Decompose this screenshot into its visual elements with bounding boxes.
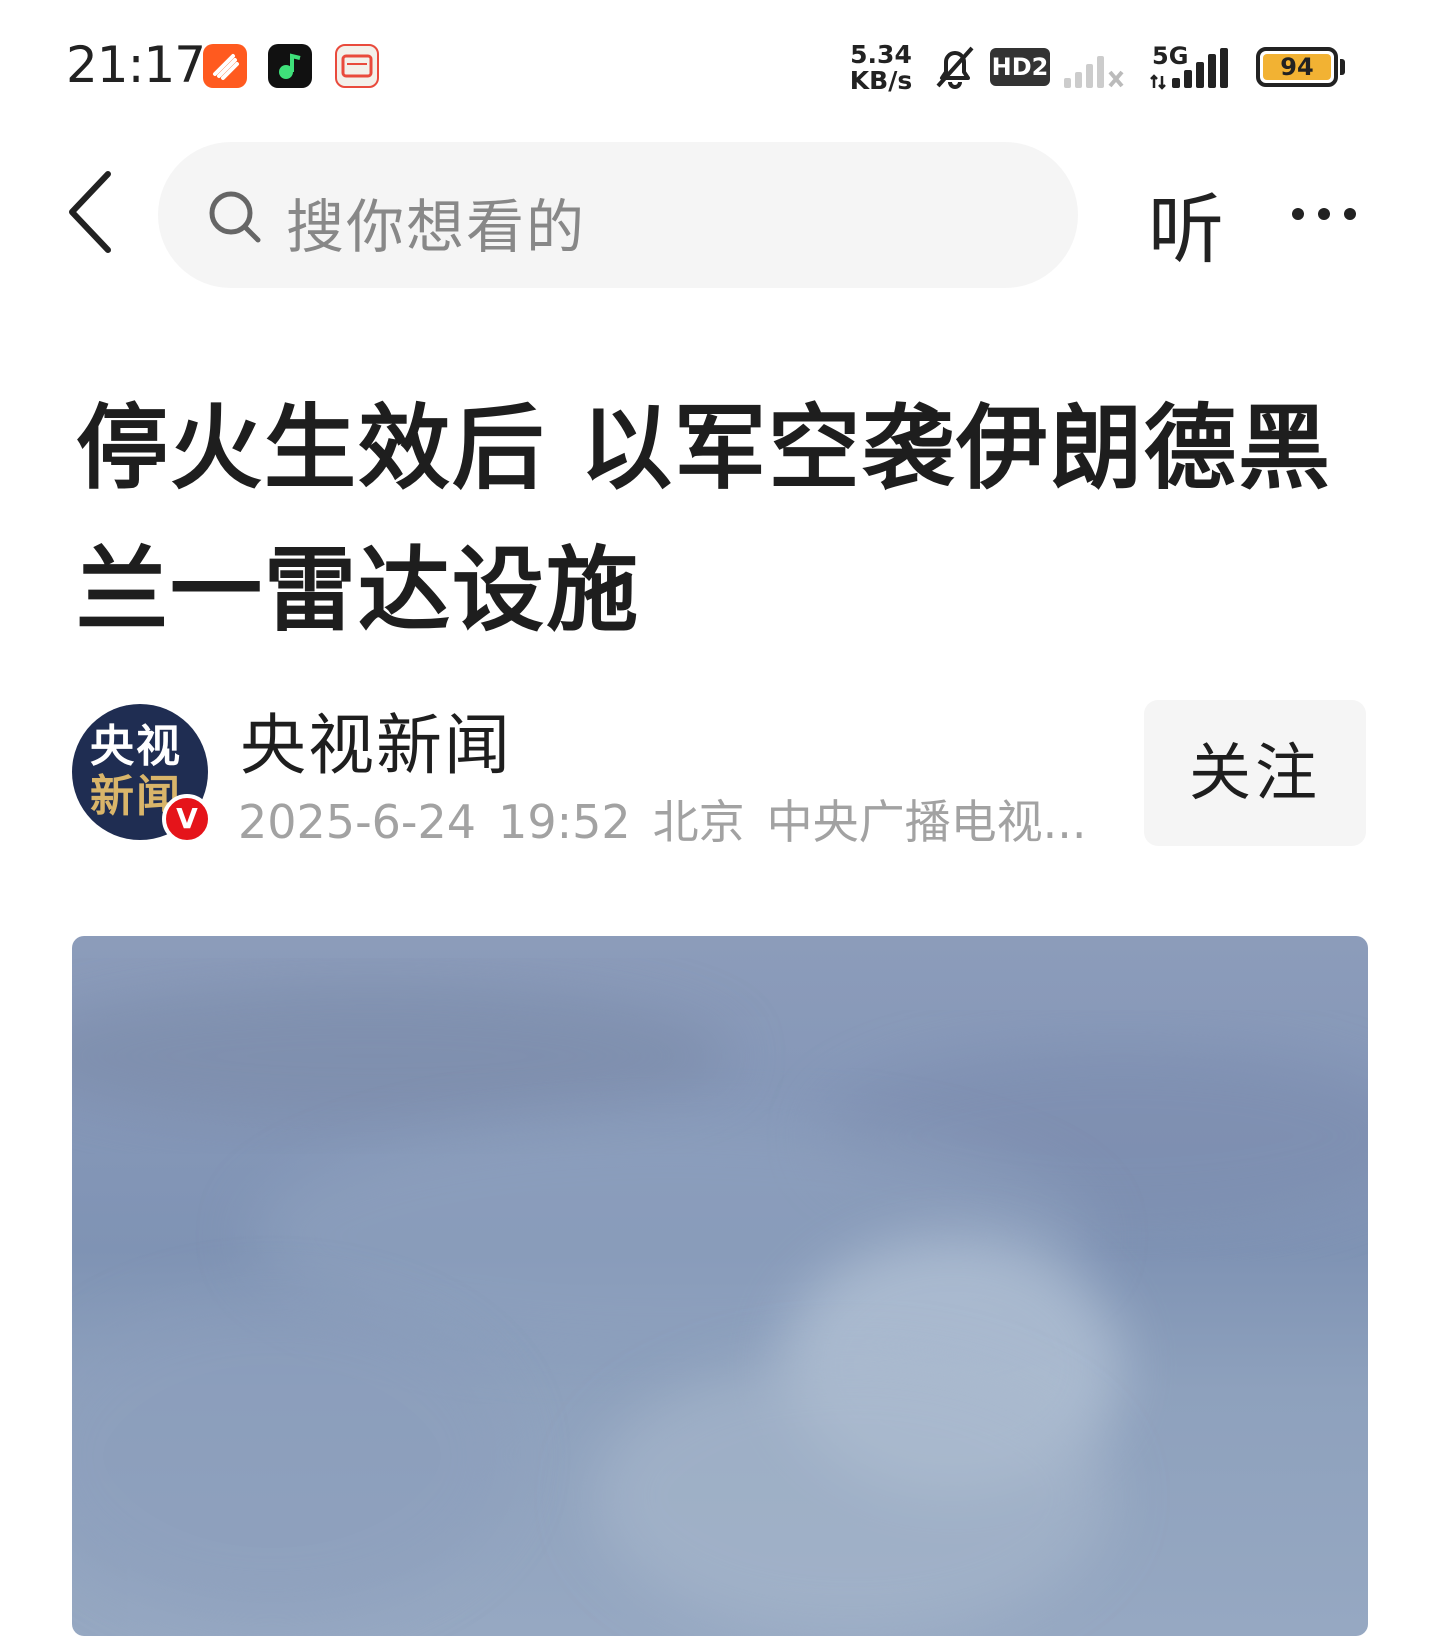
battery-level: 94 — [1263, 54, 1331, 80]
article-image[interactable] — [72, 936, 1368, 1636]
search-icon — [209, 191, 261, 243]
article-title: 停火生效后 以军空袭伊朗德黑兰一雷达设施 — [76, 395, 1333, 644]
listen-button[interactable]: 听 — [1148, 168, 1224, 278]
publish-time: 19:52 — [498, 795, 631, 849]
search-placeholder: 搜你想看的 — [286, 193, 587, 261]
app-flight-icon — [203, 44, 247, 88]
battery-tip — [1340, 59, 1345, 75]
article-photo — [72, 986, 1368, 1636]
network-speed: 5.34 KB/s — [849, 40, 913, 95]
follow-button[interactable]: 关注 — [1144, 700, 1366, 846]
author-name[interactable]: 央视新闻 — [240, 692, 512, 788]
publish-date: 2025-6-24 — [238, 795, 477, 849]
chevron-left-icon — [69, 171, 111, 253]
publish-location: 北京 — [652, 795, 745, 849]
author-meta: 2025-6-24 19:52 北京 中央广播电视... — [238, 786, 1098, 852]
back-button[interactable] — [62, 168, 122, 258]
bell-muted-icon — [936, 46, 974, 89]
signal-sim1-icon — [1064, 56, 1124, 88]
battery-icon: 94 — [1256, 47, 1338, 87]
status-bar: 21:17 5.34 KB/s HD2 5G 94 — [0, 0, 1440, 130]
app-calendar-icon — [335, 44, 379, 88]
signal-sim2-icon — [1150, 48, 1228, 90]
app-music-icon — [268, 44, 312, 88]
more-button[interactable] — [1290, 196, 1370, 232]
status-time: 21:17 — [66, 36, 206, 94]
search-input[interactable]: 搜你想看的 — [158, 142, 1078, 288]
verified-badge: V — [162, 794, 212, 844]
publish-source: 中央广播电视... — [766, 795, 1087, 849]
hd-voice-badge: HD2 — [990, 48, 1050, 86]
more-dots-icon — [1292, 208, 1356, 220]
